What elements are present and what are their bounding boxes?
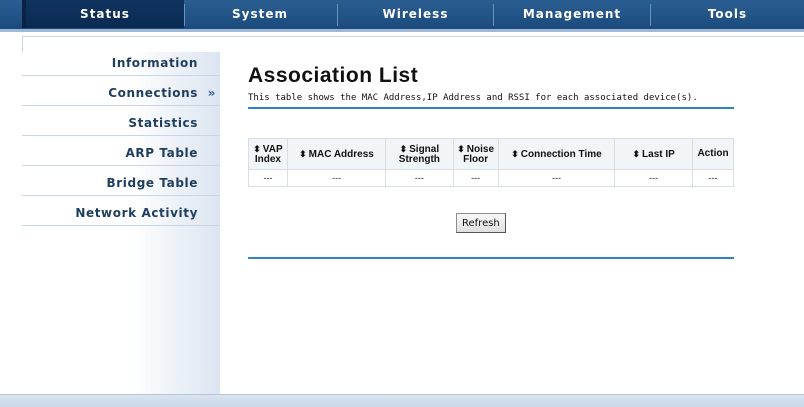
- nav-tab-tools[interactable]: Tools: [651, 0, 804, 28]
- sidebar-item-network-activity[interactable]: Network Activity: [22, 202, 220, 226]
- refresh-button[interactable]: Refresh: [456, 213, 506, 233]
- sidebar-item-information[interactable]: Information: [22, 52, 220, 76]
- column-label: MAC Address: [308, 148, 374, 160]
- column-header-connection-time[interactable]: ⬍ Connection Time: [497, 138, 616, 170]
- sidebar-item-connections[interactable]: Connections »: [22, 82, 220, 106]
- selected-arrow-icon: »: [207, 86, 216, 100]
- sidebar-item-arp-table[interactable]: ARP Table: [22, 142, 220, 166]
- page-description: This table shows the MAC Address,IP Addr…: [248, 93, 734, 109]
- sidebar-item-label: Connections: [108, 86, 198, 100]
- sidebar-item-label: Information: [111, 56, 198, 70]
- sort-icon: ⬍: [457, 143, 465, 154]
- table-cell: ---: [614, 169, 694, 187]
- sidebar-item-label: Network Activity: [75, 206, 198, 220]
- column-label: Strength: [398, 153, 440, 165]
- sidebar: Information Connections » Statistics ARP …: [22, 52, 220, 394]
- column-header-last-ip[interactable]: ⬍ Last IP: [614, 138, 694, 170]
- column-label: Index: [254, 153, 281, 165]
- nav-tab-management[interactable]: Management: [494, 0, 650, 28]
- sort-icon: ⬍: [253, 143, 261, 154]
- nav-tab-system[interactable]: System: [185, 0, 335, 28]
- nav-tab-wireless[interactable]: Wireless: [338, 0, 493, 28]
- sort-icon: ⬍: [511, 148, 519, 159]
- table-cell: ---: [692, 169, 734, 187]
- column-header-mac-address[interactable]: ⬍ MAC Address: [286, 138, 387, 170]
- table-bottom-rule: [248, 257, 734, 259]
- column-label: Action: [697, 148, 729, 159]
- sidebar-item-label: Bridge Table: [106, 176, 198, 190]
- column-label: Floor: [463, 153, 489, 165]
- top-nav-bar: Status System Wireless Management Tools: [0, 0, 804, 32]
- table-header-row: ⬍ VAP Index ⬍ MAC Address ⬍ Signal Strength ⬍…: [248, 138, 734, 170]
- table-cell: ---: [497, 169, 616, 187]
- association-table: ⬍ VAP Index ⬍ MAC Address ⬍ Signal Strength ⬍…: [248, 138, 734, 187]
- sort-icon: ⬍: [632, 148, 641, 159]
- sort-icon: ⬍: [399, 143, 408, 154]
- sidebar-item-bridge-table[interactable]: Bridge Table: [22, 172, 220, 196]
- main-content: Association List This table shows the MA…: [248, 64, 748, 259]
- column-header-signal-strength[interactable]: ⬍ Signal Strength: [385, 138, 454, 170]
- table-row: --- --- --- --- --- --- ---: [248, 169, 734, 187]
- nav-tab-status[interactable]: Status: [22, 0, 184, 28]
- column-label: Connection Time: [520, 148, 602, 160]
- footer-strip: [0, 394, 804, 407]
- column-header-action: Action: [692, 138, 734, 170]
- table-cell: ---: [286, 169, 387, 187]
- sidebar-item-label: Statistics: [128, 116, 198, 130]
- table-cell: ---: [452, 169, 499, 187]
- column-header-vap-index[interactable]: ⬍ VAP Index: [248, 138, 288, 170]
- table-cell: ---: [385, 169, 454, 187]
- sort-icon: ⬍: [299, 148, 307, 159]
- sidebar-item-statistics[interactable]: Statistics: [22, 112, 220, 136]
- sidebar-item-label: ARP Table: [125, 146, 198, 160]
- page-title: Association List: [248, 64, 419, 87]
- column-label: Last IP: [642, 148, 675, 160]
- column-header-noise-floor[interactable]: ⬍ Noise Floor: [452, 138, 499, 170]
- table-cell: ---: [248, 169, 288, 187]
